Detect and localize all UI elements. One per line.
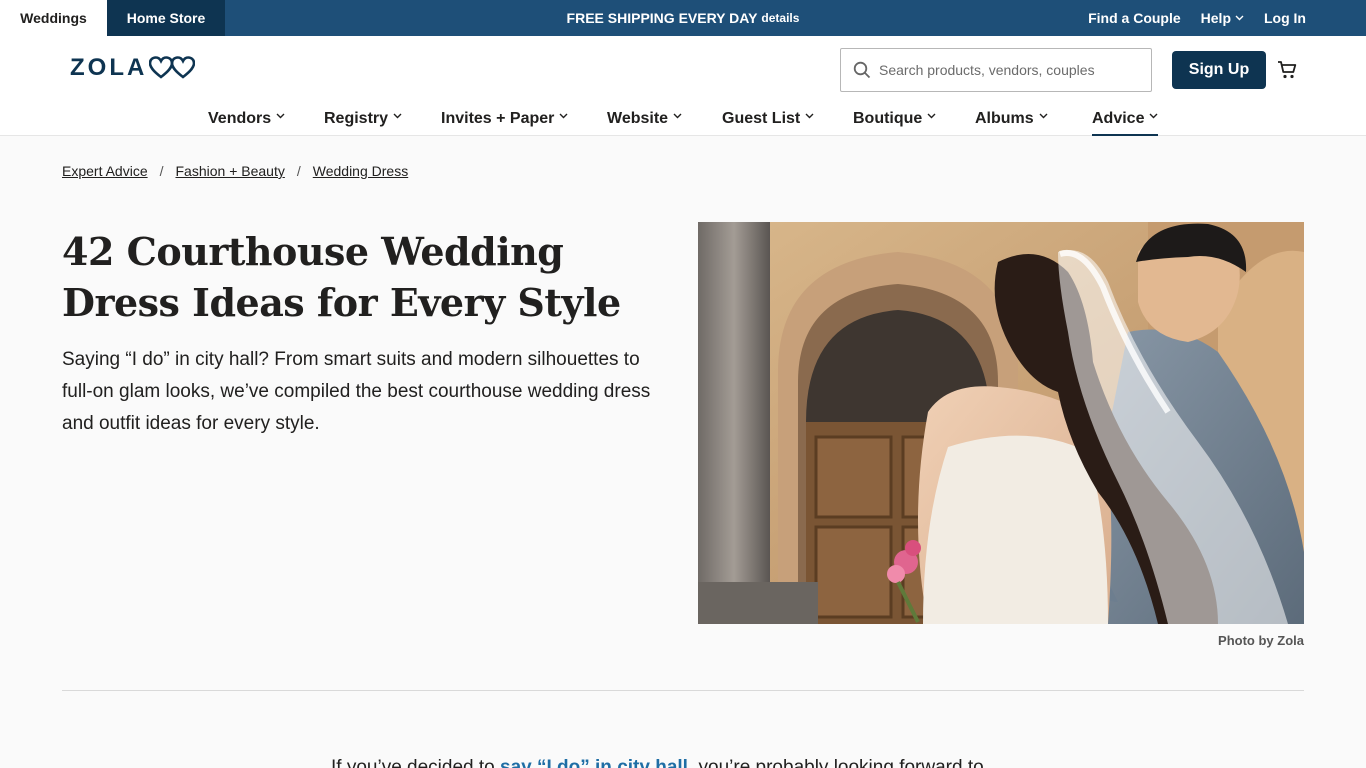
promo-details-link[interactable]: details — [761, 11, 799, 25]
breadcrumb-separator: / — [159, 163, 164, 179]
sign-up-button[interactable]: Sign Up — [1172, 51, 1266, 89]
nav-label: Registry — [324, 110, 389, 127]
nav-invites-paper[interactable]: Invites + Paper — [441, 108, 568, 136]
promo-text: FREE SHIPPING EVERY DAY — [566, 10, 758, 26]
main-nav: Vendors Registry Invites + Paper Website… — [0, 108, 1366, 136]
nav-label: Invites + Paper — [441, 110, 555, 127]
chevron-down-icon — [276, 113, 285, 119]
nav-registry[interactable]: Registry — [324, 108, 402, 136]
account-links: Find a Couple Help Log In — [1088, 0, 1306, 36]
nav-label: Albums — [975, 110, 1034, 127]
hearts-icon — [149, 56, 196, 79]
chevron-down-icon — [805, 113, 814, 119]
article-lede: Saying “I do” in city hall? From smart s… — [62, 349, 651, 434]
hero-photo — [698, 222, 1304, 624]
search-icon — [853, 61, 871, 79]
nav-website[interactable]: Website — [607, 108, 682, 136]
photo-credit: Photo by Zola — [1218, 633, 1304, 648]
article-intro: If you’ve decided to say “I do” in city … — [331, 754, 984, 768]
chevron-down-icon — [1039, 113, 1048, 119]
article-title: 42 Courthouse Wedding Dress Ideas for Ev… — [62, 229, 621, 325]
breadcrumb: Expert Advice / Fashion + Beauty / Weddi… — [62, 163, 408, 179]
city-hall-link[interactable]: say “I do” in city hall — [500, 757, 688, 768]
search-input[interactable] — [879, 62, 1139, 78]
breadcrumb-fashion-beauty[interactable]: Fashion + Beauty — [176, 163, 285, 179]
logo-text: ZOLA — [70, 54, 148, 81]
nav-guest-list[interactable]: Guest List — [722, 108, 814, 136]
site-header: ZOLA Sign Up Vendors Registry Invites + … — [0, 36, 1366, 136]
chevron-down-icon — [927, 113, 936, 119]
chevron-down-icon — [393, 113, 402, 119]
help-label: Help — [1200, 10, 1231, 26]
breadcrumb-expert-advice[interactable]: Expert Advice — [62, 163, 148, 179]
breadcrumb-wedding-dress[interactable]: Wedding Dress — [313, 163, 408, 179]
nav-boutique[interactable]: Boutique — [853, 108, 936, 136]
tab-weddings[interactable]: Weddings — [0, 0, 107, 36]
cart-icon[interactable] — [1277, 60, 1297, 80]
intro-prefix: If you’ve decided to — [331, 757, 500, 768]
nav-advice[interactable]: Advice — [1092, 108, 1159, 136]
tab-home-store[interactable]: Home Store — [107, 0, 225, 36]
nav-label: Boutique — [853, 110, 923, 127]
chevron-down-icon — [673, 113, 682, 119]
nav-vendors[interactable]: Vendors — [208, 108, 285, 136]
search-box[interactable] — [840, 48, 1152, 92]
nav-label: Advice — [1092, 110, 1145, 127]
section-divider — [62, 690, 1304, 691]
nav-label: Vendors — [208, 110, 272, 127]
chevron-down-icon — [1149, 113, 1158, 119]
find-couple-link[interactable]: Find a Couple — [1088, 10, 1181, 26]
nav-albums[interactable]: Albums — [975, 108, 1048, 136]
nav-label: Guest List — [722, 110, 801, 127]
chevron-down-icon — [1235, 15, 1244, 21]
zola-logo[interactable]: ZOLA — [70, 54, 196, 82]
intro-suffix: , you’re probably looking forward to — [687, 757, 984, 768]
courthouse-couple-photo — [698, 222, 1304, 624]
chevron-down-icon — [559, 113, 568, 119]
breadcrumb-separator: / — [296, 163, 301, 179]
nav-label: Website — [607, 110, 669, 127]
help-menu[interactable]: Help — [1201, 10, 1244, 26]
log-in-link[interactable]: Log In — [1264, 10, 1306, 26]
top-bar: Weddings Home Store FREE SHIPPING EVERY … — [0, 0, 1366, 36]
